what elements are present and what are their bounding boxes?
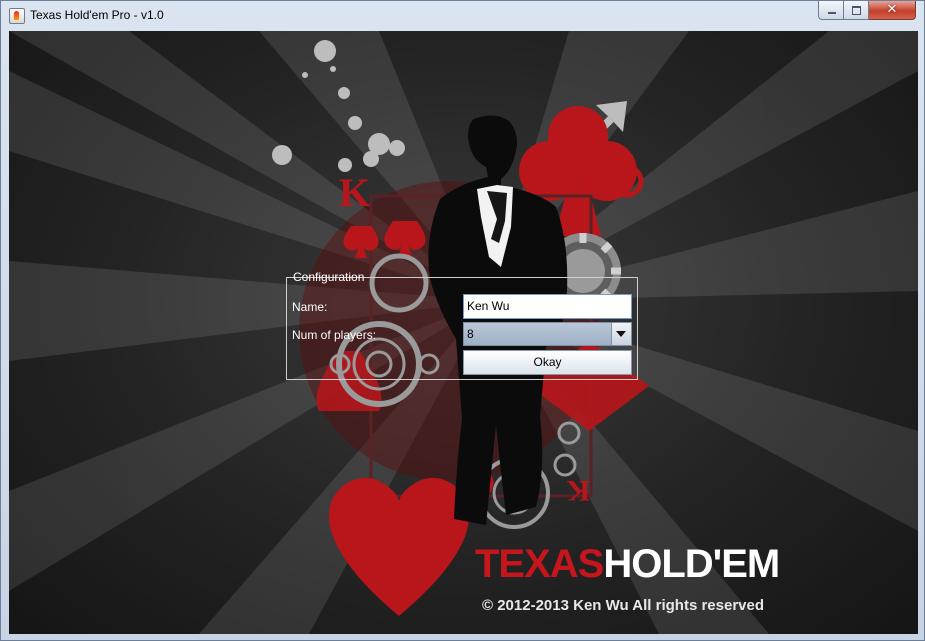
- minimize-button[interactable]: [818, 1, 844, 20]
- num-players-value: 8: [467, 327, 474, 341]
- configuration-group: Configuration Name: Ken Wu Num of player…: [286, 270, 638, 380]
- num-players-label: Num of players:: [292, 328, 377, 342]
- name-input[interactable]: Ken Wu: [463, 294, 632, 319]
- maximize-button[interactable]: [844, 1, 869, 20]
- num-players-select[interactable]: 8: [463, 322, 632, 346]
- java-app-icon[interactable]: [9, 8, 25, 24]
- window-title: Texas Hold'em Pro - v1.0: [30, 8, 164, 22]
- name-label: Name:: [292, 300, 328, 314]
- title-bar[interactable]: Texas Hold'em Pro - v1.0 ✕: [1, 1, 924, 31]
- texas-holdem-logo: TEXASHOLD'EM: [475, 542, 780, 586]
- close-icon: ✕: [886, 2, 898, 17]
- svg-text:K: K: [566, 474, 590, 507]
- okay-button[interactable]: Okay: [463, 350, 632, 375]
- chevron-down-icon[interactable]: [611, 323, 631, 345]
- card-king-letter: K: [339, 170, 370, 215]
- close-button[interactable]: ✕: [869, 1, 916, 20]
- heart-suit-graphic: [329, 477, 469, 616]
- splash-panel: K K Configuration Name: Ken Wu Num of pl…: [9, 31, 918, 634]
- app-window: Texas Hold'em Pro - v1.0 ✕ K K Configura…: [0, 0, 925, 641]
- configuration-legend: Configuration: [293, 270, 365, 284]
- copyright-text: © 2012-2013 Ken Wu All rights reserved: [482, 597, 765, 614]
